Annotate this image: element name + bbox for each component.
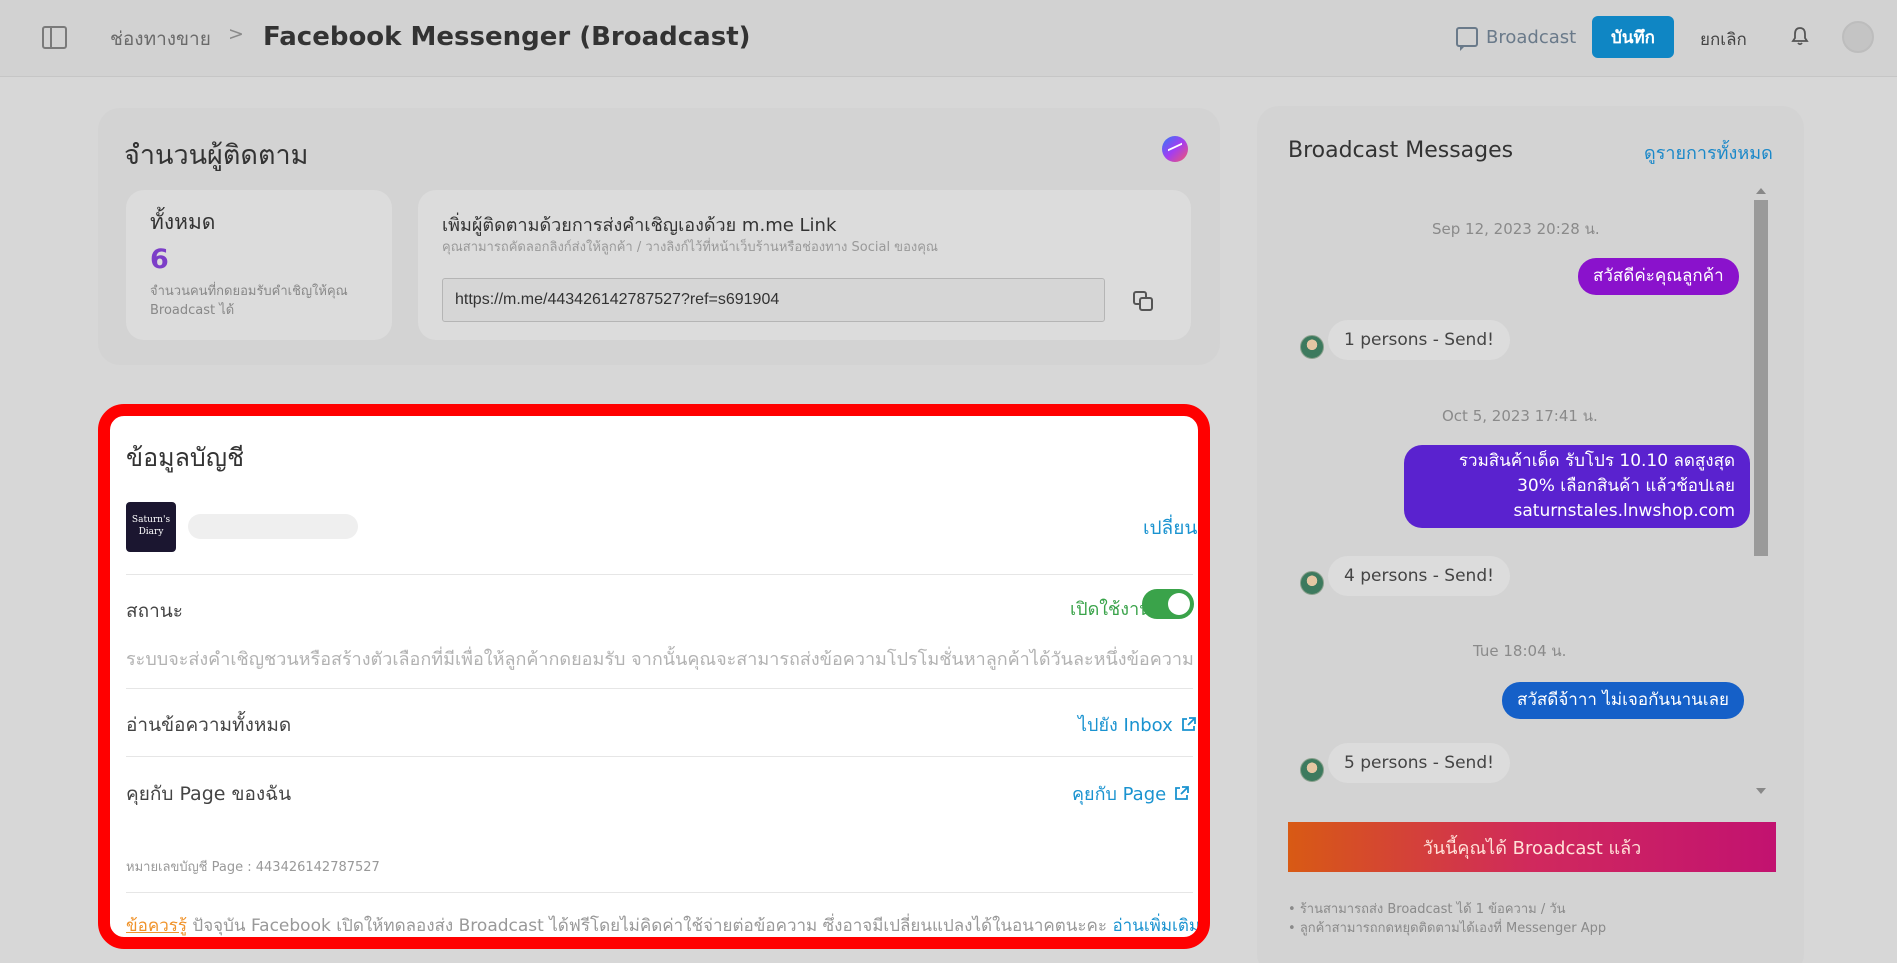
total-followers-box: ทั้งหมด 6 จำนวนคนที่กดยอมรับคำเชิญให้คุณ… — [126, 190, 392, 340]
view-all-link[interactable]: ดูรายการทั้งหมด — [1644, 138, 1773, 167]
broadcast-nav-label: Broadcast — [1486, 26, 1577, 48]
messenger-icon — [1162, 136, 1188, 162]
total-label: ทั้งหมด — [150, 210, 216, 234]
message-line: saturnstales.lnwshop.com — [1513, 501, 1736, 521]
status-description: ระบบจะส่งคำเชิญชวนหรือสร้างตัวเลือกที่มี… — [126, 649, 1194, 670]
page-avatar — [1300, 335, 1324, 359]
save-button[interactable]: บันทึก — [1592, 16, 1674, 58]
account-info-card: ข้อมูลบัญชี Saturn's Diary เปลี่ยน สถานะ… — [98, 404, 1210, 949]
status-toggle[interactable] — [1142, 589, 1194, 619]
breadcrumb[interactable]: ช่องทางขาย — [110, 24, 211, 54]
page-logo-text: Saturn's Diary — [131, 515, 171, 537]
send-result-badge: 1 persons - Send! — [1328, 320, 1510, 360]
message-line: 30% เลือกสินค้า แล้วช้อปเลย — [1517, 476, 1735, 496]
external-link-icon — [1181, 717, 1196, 731]
invite-title: เพิ่มผู้ติดตามด้วยการส่งคำเชิญเองด้วย m.… — [442, 215, 837, 236]
notice-text: ข้อควรรู้ ปัจจุบัน Facebook เปิดให้ทดลอง… — [126, 912, 1198, 937]
account-title: ข้อมูลบัญชี — [126, 443, 245, 472]
message-line: รวมสินค้าเด็ด รับโปร 10.10 ลดสูงสุด — [1458, 451, 1735, 471]
status-value: เปิดใช้งาน — [1070, 599, 1152, 620]
external-link-icon — [1175, 786, 1190, 800]
go-to-inbox-link[interactable]: ไปยัง Inbox — [1078, 710, 1196, 739]
divider — [126, 574, 1193, 575]
bell-icon[interactable] — [1791, 26, 1809, 46]
chat-icon — [1456, 27, 1478, 51]
followers-card: จำนวนผู้ติดตาม ทั้งหมด 6 จำนวนคนที่กดยอม… — [98, 108, 1220, 365]
page-account-id: หมายเลขบัญชี Page : 443426142787527 — [126, 860, 380, 875]
broadcast-nav-button[interactable]: Broadcast — [1456, 24, 1577, 51]
copy-icon[interactable] — [1132, 290, 1154, 312]
user-avatar[interactable] — [1842, 21, 1874, 53]
divider — [126, 892, 1193, 893]
page-avatar — [1300, 571, 1324, 595]
message-date: Tue 18:04 น. — [1473, 642, 1567, 660]
broadcast-note: ลูกค้าสามารถกดหยุดติดตามได้เองที่ Messen… — [1288, 919, 1606, 938]
divider — [126, 756, 1193, 757]
top-bar: ช่องทางขาย > Facebook Messenger (Broadca… — [0, 0, 1897, 77]
cancel-button[interactable]: ยกเลิก — [1700, 26, 1747, 53]
scroll-up-arrow-icon[interactable] — [1756, 188, 1766, 194]
broadcast-notes: ร้านสามารถส่ง Broadcast ได้ 1 ข้อความ / … — [1288, 900, 1606, 938]
page-avatar — [1300, 758, 1324, 782]
send-result-badge: 5 persons - Send! — [1328, 743, 1510, 783]
message-bubble: สวัสดีค่ะคุณลูกค้า — [1578, 258, 1739, 295]
scroll-down-arrow-icon[interactable] — [1756, 788, 1766, 794]
page-logo: Saturn's Diary — [126, 502, 176, 552]
read-more-link[interactable]: อ่านเพิ่มเติม — [1112, 916, 1198, 936]
status-label: สถานะ — [126, 600, 183, 622]
page-title: Facebook Messenger (Broadcast) — [263, 22, 751, 52]
change-account-link[interactable]: เปลี่ยน — [1143, 513, 1197, 543]
broadcast-title: Broadcast Messages — [1288, 138, 1514, 163]
broadcast-status-button[interactable]: วันนี้คุณได้ Broadcast แล้ว — [1288, 822, 1776, 872]
divider — [126, 688, 1193, 689]
breadcrumb-separator: > — [228, 23, 244, 45]
broadcast-panel: Broadcast Messages ดูรายการทั้งหมด Sep 1… — [1257, 106, 1804, 963]
total-description: จำนวนคนที่กดยอมรับคำเชิญให้คุณ Broadcast… — [150, 284, 348, 318]
total-count: 6 — [150, 244, 169, 275]
message-bubble: รวมสินค้าเด็ด รับโปร 10.10 ลดสูงสุด 30% … — [1404, 445, 1750, 528]
chat-with-page-label: คุยกับ Page — [1072, 784, 1167, 805]
notice-key: ข้อควรรู้ — [126, 916, 188, 936]
chat-page-label: คุยกับ Page ของฉัน — [126, 783, 292, 805]
send-result-badge: 4 persons - Send! — [1328, 556, 1510, 596]
notice-body: ปัจจุบัน Facebook เปิดให้ทดลองส่ง Broadc… — [187, 916, 1113, 936]
message-bubble: สวัสดีจ้าาา ไม่เจอกันนานเลย — [1502, 682, 1744, 719]
followers-title: จำนวนผู้ติดตาม — [124, 140, 309, 171]
invite-link-input[interactable] — [442, 278, 1105, 322]
sidebar-toggle-icon[interactable] — [42, 26, 67, 49]
go-to-inbox-label: ไปยัง Inbox — [1078, 715, 1173, 736]
message-date: Oct 5, 2023 17:41 น. — [1442, 407, 1598, 425]
broadcast-note: ร้านสามารถส่ง Broadcast ได้ 1 ข้อความ / … — [1288, 900, 1606, 919]
scrollbar-thumb[interactable] — [1754, 200, 1768, 556]
message-date: Sep 12, 2023 20:28 น. — [1432, 220, 1600, 238]
chat-with-page-link[interactable]: คุยกับ Page — [1072, 779, 1190, 808]
read-all-label: อ่านข้อความทั้งหมด — [126, 714, 292, 736]
page-name-placeholder — [188, 514, 358, 539]
invite-subtitle: คุณสามารถคัดลอกลิงก์ส่งให้ลูกค้า / วางลิ… — [442, 240, 938, 255]
invite-link-box: เพิ่มผู้ติดตามด้วยการส่งคำเชิญเองด้วย m.… — [418, 190, 1191, 340]
